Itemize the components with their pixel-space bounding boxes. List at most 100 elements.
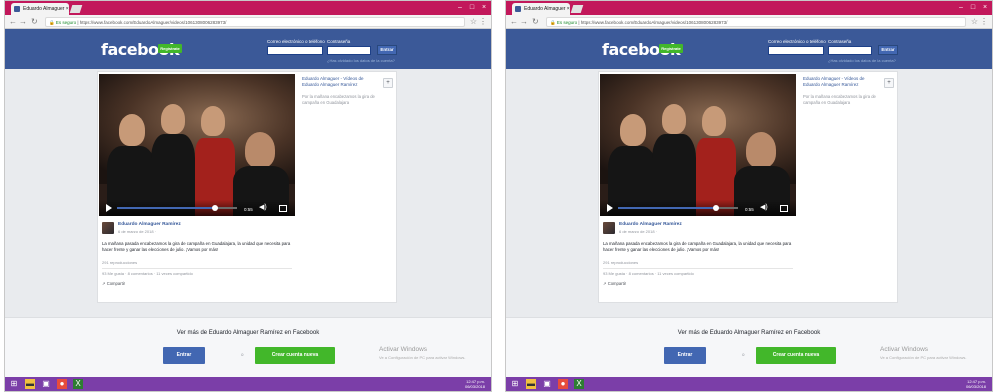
video-time: 0:55 [244, 207, 253, 212]
play-icon[interactable] [607, 204, 613, 212]
windows-taskbar: ⊞ ▬ ▣ ● X 12:47 p.m. 06/03/2018 [506, 377, 992, 391]
video-progress[interactable] [618, 207, 738, 209]
video-progress[interactable] [117, 207, 237, 209]
email-field[interactable] [768, 46, 824, 55]
browser-tab[interactable]: Eduardo Almaguer × [11, 3, 69, 15]
video-progress-fill [117, 207, 216, 209]
minimize-icon[interactable]: – [455, 3, 465, 12]
avatar[interactable] [603, 222, 615, 234]
excel-icon[interactable]: X [73, 379, 83, 389]
reload-icon[interactable]: ↻ [31, 17, 38, 27]
play-icon[interactable] [106, 204, 112, 212]
password-label: Contraseña [828, 39, 852, 44]
share-button[interactable]: ↗ Compartir [603, 281, 626, 286]
lock-icon: 🔒 [550, 20, 557, 25]
fullscreen-icon[interactable] [279, 205, 287, 212]
person-figure [201, 106, 225, 136]
sidebar-title[interactable]: Eduardo Almaguer - Vídeos de Eduardo Alm… [803, 76, 881, 88]
create-account-button[interactable]: Crear cuenta nueva [255, 347, 335, 364]
windows-start-icon[interactable]: ⊞ [9, 379, 19, 389]
person-figure [119, 114, 145, 146]
secure-label: Es seguro [55, 20, 77, 25]
url-text: https://www.facebook.com/EduardoAlmaguer… [580, 20, 728, 25]
post-interactions[interactable]: 93 Me gusta · 8 comentarios · 11 veces c… [603, 271, 694, 276]
video-player[interactable]: 0:55 ◀) [99, 74, 295, 216]
email-label: Correo electrónico o teléfono [768, 39, 826, 44]
video-progress-fill [618, 207, 717, 209]
signup-button[interactable]: Regístrate [659, 44, 683, 53]
store-icon[interactable]: ▣ [41, 379, 51, 389]
browser-tab[interactable]: Eduardo Almaguer × [512, 3, 570, 15]
person-figure [245, 132, 275, 168]
menu-icon[interactable]: ⋮ [479, 17, 487, 27]
maximize-icon[interactable]: □ [968, 3, 978, 12]
person-figure [161, 104, 185, 134]
share-button[interactable]: ↗ Compartir [102, 281, 125, 286]
post-views: 291 reproducciones [603, 260, 639, 265]
url-input[interactable]: 🔒 Es seguro | https://www.facebook.com/E… [45, 17, 465, 27]
post-author[interactable]: Eduardo Almaguer Ramírez [118, 222, 181, 227]
taskbar-clock[interactable]: 12:47 p.m. 06/03/2018 [966, 379, 986, 389]
post-interactions[interactable]: 93 Me gusta · 8 comentarios · 11 veces c… [102, 271, 193, 276]
email-field[interactable] [267, 46, 323, 55]
sidebar-meta: Por la mañana encabezamos la gira de cam… [302, 94, 375, 105]
windows-start-icon[interactable]: ⊞ [510, 379, 520, 389]
facebook-favicon [515, 6, 521, 12]
menu-icon[interactable]: ⋮ [980, 17, 988, 27]
new-tab-button[interactable] [570, 5, 584, 13]
file-explorer-icon[interactable]: ▬ [526, 379, 536, 389]
maximize-icon[interactable]: □ [467, 3, 477, 12]
windows-watermark-subtitle: Ve a Configuración de PC para activar Wi… [379, 355, 466, 360]
volume-icon[interactable]: ◀) [259, 204, 267, 212]
back-arrow-icon[interactable]: ← [9, 17, 17, 27]
minimize-icon[interactable]: – [956, 3, 966, 12]
password-field[interactable] [327, 46, 371, 55]
new-tab-button[interactable] [69, 5, 83, 13]
progress-knob[interactable] [713, 205, 720, 211]
close-icon[interactable]: × [980, 3, 990, 12]
file-explorer-icon[interactable]: ▬ [25, 379, 35, 389]
star-icon[interactable]: ☆ [971, 17, 978, 27]
forward-arrow-icon[interactable]: → [520, 17, 528, 27]
windows-watermark-title: Activar Windows [880, 346, 929, 353]
progress-knob[interactable] [212, 205, 219, 211]
promo-login-button[interactable]: Entrar [664, 347, 706, 364]
sidebar-meta: Por la mañana encabezamos la gira de cam… [803, 94, 876, 105]
close-icon[interactable]: × [479, 3, 489, 12]
reload-icon[interactable]: ↻ [532, 17, 539, 27]
login-button[interactable]: Entrar [377, 45, 397, 55]
share-label: Compartir [607, 281, 627, 286]
signup-button[interactable]: Regístrate [158, 44, 182, 53]
post-date[interactable]: 6 de marzo de 2018 · [619, 229, 657, 234]
video-controls: 0:55 ◀) [99, 200, 295, 216]
promo-login-button[interactable]: Entrar [163, 347, 205, 364]
forward-arrow-icon[interactable]: → [19, 17, 27, 27]
login-button[interactable]: Entrar [878, 45, 898, 55]
screenshot-right: Eduardo Almaguer × – □ × ← → ↻ 🔒 Es segu… [505, 0, 993, 392]
back-arrow-icon[interactable]: ← [510, 17, 518, 27]
video-player[interactable]: 0:55 ◀) [600, 74, 796, 216]
avatar[interactable] [102, 222, 114, 234]
fullscreen-icon[interactable] [780, 205, 788, 212]
password-field[interactable] [828, 46, 872, 55]
sidebar-title[interactable]: Eduardo Almaguer - Vídeos de Eduardo Alm… [302, 76, 380, 88]
follow-button[interactable]: + [383, 78, 393, 88]
facebook-favicon [14, 6, 20, 12]
volume-icon[interactable]: ◀) [760, 204, 768, 212]
post-author[interactable]: Eduardo Almaguer Ramírez [619, 222, 682, 227]
secure-label: Es seguro [556, 20, 578, 25]
taskbar-clock[interactable]: 12:47 p.m. 06/03/2018 [465, 379, 485, 389]
follow-button[interactable]: + [884, 78, 894, 88]
video-sidebar: Eduardo Almaguer - Vídeos de Eduardo Alm… [803, 76, 881, 106]
post-date[interactable]: 6 de marzo de 2018 · [118, 229, 156, 234]
excel-icon[interactable]: X [574, 379, 584, 389]
chrome-icon[interactable]: ● [558, 379, 568, 389]
create-account-button[interactable]: Crear cuenta nueva [756, 347, 836, 364]
forgot-link[interactable]: ¿Has olvidado los datos de la cuenta? [327, 58, 395, 63]
forgot-link[interactable]: ¿Has olvidado los datos de la cuenta? [828, 58, 896, 63]
url-text: https://www.facebook.com/EduardoAlmaguer… [79, 20, 227, 25]
chrome-icon[interactable]: ● [57, 379, 67, 389]
url-input[interactable]: 🔒 Es seguro | https://www.facebook.com/E… [546, 17, 966, 27]
star-icon[interactable]: ☆ [470, 17, 477, 27]
store-icon[interactable]: ▣ [542, 379, 552, 389]
